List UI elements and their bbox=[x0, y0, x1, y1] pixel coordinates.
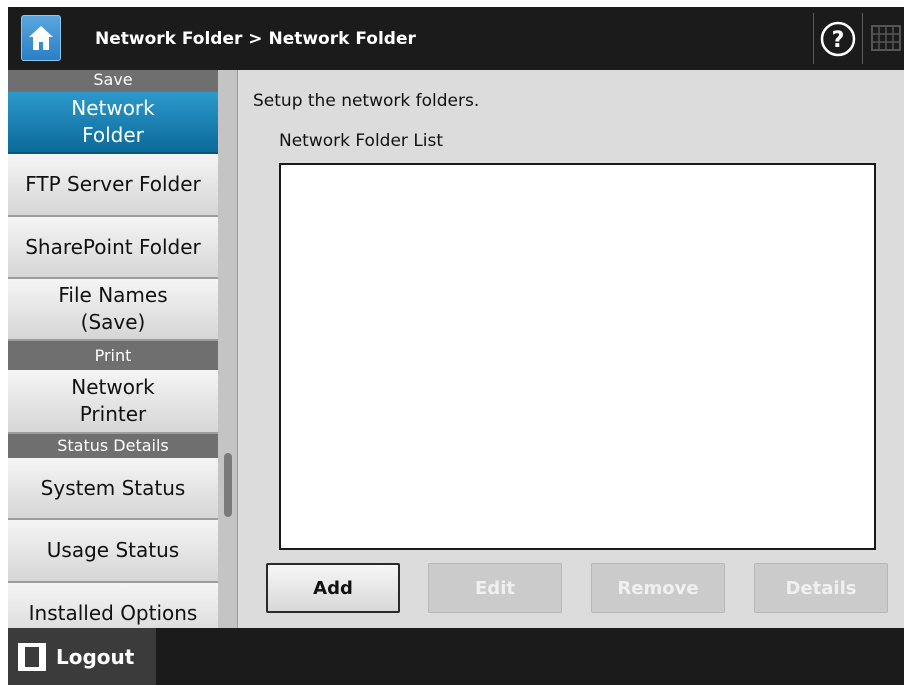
sidebar-item-network-printer[interactable]: Network Printer bbox=[8, 370, 218, 434]
main-panel: Setup the network folders. Network Folde… bbox=[237, 70, 904, 628]
sidebar-item-usage-status[interactable]: Usage Status bbox=[8, 520, 218, 583]
instruction-text: Setup the network folders. bbox=[253, 91, 480, 111]
logout-button[interactable]: Logout bbox=[8, 628, 156, 685]
network-folder-list-label: Network Folder List bbox=[279, 131, 444, 151]
remove-button[interactable]: Remove bbox=[591, 563, 725, 613]
sidebar-scrollbar-thumb[interactable] bbox=[224, 453, 232, 517]
sidebar-item-system-status[interactable]: System Status bbox=[8, 458, 218, 520]
logout-icon bbox=[18, 642, 46, 671]
home-button[interactable] bbox=[21, 15, 61, 61]
sidebar-item-file-names-save[interactable]: File Names (Save) bbox=[8, 279, 218, 341]
logout-label: Logout bbox=[56, 644, 135, 669]
home-icon bbox=[29, 26, 53, 50]
sidebar-item-ftp-server-folder[interactable]: FTP Server Folder bbox=[8, 154, 218, 217]
sidebar-section-print: Print bbox=[8, 341, 218, 370]
network-folder-list[interactable] bbox=[279, 163, 876, 550]
keyboard-icon bbox=[871, 25, 901, 51]
sidebar-section-save: Save bbox=[8, 70, 218, 92]
sidebar-section-status-details: Status Details bbox=[8, 434, 218, 458]
sidebar-item-sharepoint-folder[interactable]: SharePoint Folder bbox=[8, 217, 218, 279]
sidebar-item-network-folder[interactable]: Network Folder bbox=[8, 92, 218, 154]
svg-text:?: ? bbox=[832, 28, 845, 53]
sidebar-item-installed-options[interactable]: Installed Options bbox=[8, 583, 218, 628]
help-icon: ? bbox=[820, 21, 856, 56]
footer-bar: Logout bbox=[8, 628, 904, 685]
details-button[interactable]: Details bbox=[754, 563, 888, 613]
edit-button[interactable]: Edit bbox=[428, 563, 562, 613]
header-bar: Network Folder > Network Folder ? bbox=[8, 7, 904, 70]
page-title: Network Folder > Network Folder bbox=[95, 29, 416, 49]
keyboard-button[interactable] bbox=[868, 15, 904, 61]
add-button[interactable]: Add bbox=[266, 563, 400, 613]
sidebar-scrollbar-track[interactable] bbox=[219, 70, 237, 628]
help-button[interactable]: ? bbox=[813, 13, 863, 64]
sidebar: Save Network Folder FTP Server Folder Sh… bbox=[8, 70, 237, 628]
